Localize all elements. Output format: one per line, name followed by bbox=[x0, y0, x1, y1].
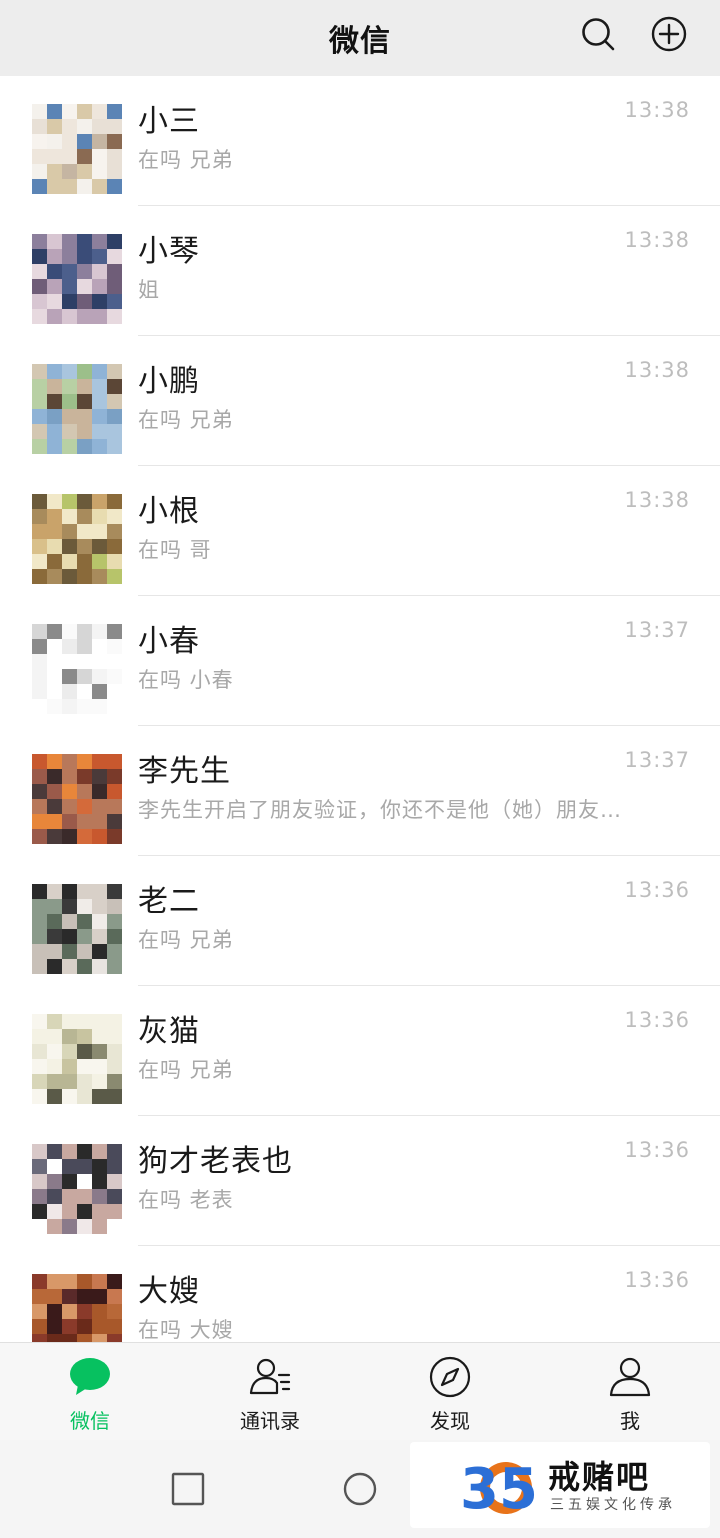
person-icon bbox=[609, 1357, 651, 1397]
chat-name: 小根 bbox=[138, 494, 200, 529]
chat-preview: 在吗 小春 bbox=[138, 668, 234, 692]
chat-bubble-icon bbox=[70, 1358, 110, 1395]
tab-discover[interactable]: 发现 bbox=[390, 1343, 510, 1441]
avatar bbox=[32, 234, 122, 324]
tab-label: 我 bbox=[620, 1409, 640, 1433]
watermark-subtitle: 三五娱文化传承 bbox=[550, 1497, 676, 1513]
tab-label: 微信 bbox=[70, 1409, 110, 1433]
watermark-logo: 35 bbox=[460, 1457, 536, 1520]
home-icon[interactable] bbox=[342, 1471, 378, 1507]
chat-name: 小鹏 bbox=[138, 364, 200, 399]
chat-name: 李先生 bbox=[138, 754, 231, 789]
avatar bbox=[32, 494, 122, 584]
chat-time: 13:38 bbox=[624, 488, 690, 512]
chat-time: 13:36 bbox=[624, 878, 690, 902]
contacts-icon bbox=[249, 1358, 291, 1395]
compass-icon bbox=[429, 1356, 471, 1398]
chat-preview: 在吗 老表 bbox=[138, 1188, 234, 1212]
watermark-logo-text: 35 bbox=[460, 1457, 536, 1520]
chat-list[interactable]: 小三 在吗 兄弟 13:38 小琴 姐 13:38 小鹏 在吗 兄弟 13:38… bbox=[0, 76, 720, 1342]
chat-name: 小三 bbox=[138, 104, 200, 139]
watermark: 35 戒赌吧 三五娱文化传承 bbox=[410, 1442, 710, 1528]
plus-circle-icon[interactable] bbox=[649, 14, 689, 54]
chat-time: 13:38 bbox=[624, 358, 690, 382]
chat-preview: 李先生开启了朋友验证，你还不是他（她）朋友… bbox=[138, 798, 622, 822]
bottom-tab-bar: 微信 通讯录 发现 我 bbox=[0, 1342, 720, 1440]
chat-preview: 在吗 兄弟 bbox=[138, 148, 234, 172]
chat-item[interactable]: 李先生 李先生开启了朋友验证，你还不是他（她）朋友… 13:37 bbox=[0, 726, 720, 856]
tab-label: 发现 bbox=[430, 1409, 470, 1433]
tab-me[interactable]: 我 bbox=[570, 1343, 690, 1441]
avatar bbox=[32, 624, 122, 714]
tab-label: 通讯录 bbox=[240, 1409, 300, 1433]
chat-time: 13:36 bbox=[624, 1138, 690, 1162]
chat-preview: 姐 bbox=[138, 278, 160, 302]
chat-item[interactable]: 大嫂 在吗 大嫂 13:36 bbox=[0, 1246, 720, 1342]
chat-time: 13:38 bbox=[624, 98, 690, 122]
chat-name: 灰猫 bbox=[138, 1014, 200, 1049]
chat-time: 13:36 bbox=[624, 1268, 690, 1292]
avatar bbox=[32, 1144, 122, 1234]
chat-name: 小春 bbox=[138, 624, 200, 659]
chat-item[interactable]: 小三 在吗 兄弟 13:38 bbox=[0, 76, 720, 206]
tab-contacts[interactable]: 通讯录 bbox=[210, 1343, 330, 1441]
top-bar: 微信 bbox=[0, 0, 720, 76]
watermark-title: 戒赌吧 bbox=[548, 1458, 651, 1496]
tab-chats[interactable]: 微信 bbox=[30, 1343, 150, 1441]
chat-name: 老二 bbox=[138, 884, 200, 919]
avatar bbox=[32, 884, 122, 974]
search-icon[interactable] bbox=[578, 14, 618, 54]
chat-name: 狗才老表也 bbox=[138, 1144, 293, 1179]
avatar bbox=[32, 1274, 122, 1342]
chat-preview: 在吗 兄弟 bbox=[138, 1058, 234, 1082]
chat-preview: 在吗 兄弟 bbox=[138, 408, 234, 432]
chat-name: 小琴 bbox=[138, 234, 200, 269]
chat-preview: 在吗 大嫂 bbox=[138, 1318, 234, 1342]
chat-preview: 在吗 哥 bbox=[138, 538, 212, 562]
page-title: 微信 bbox=[329, 24, 391, 59]
chat-item[interactable]: 灰猫 在吗 兄弟 13:36 bbox=[0, 986, 720, 1116]
chat-item[interactable]: 小春 在吗 小春 13:37 bbox=[0, 596, 720, 726]
chat-time: 13:37 bbox=[624, 618, 690, 642]
chat-item[interactable]: 老二 在吗 兄弟 13:36 bbox=[0, 856, 720, 986]
avatar bbox=[32, 754, 122, 844]
avatar bbox=[32, 1014, 122, 1104]
chat-time: 13:36 bbox=[624, 1008, 690, 1032]
chat-name: 大嫂 bbox=[138, 1274, 200, 1309]
chat-item[interactable]: 小鹏 在吗 兄弟 13:38 bbox=[0, 336, 720, 466]
chat-time: 13:37 bbox=[624, 748, 690, 772]
recent-apps-icon[interactable] bbox=[170, 1471, 206, 1507]
avatar bbox=[32, 364, 122, 454]
chat-preview: 在吗 兄弟 bbox=[138, 928, 234, 952]
avatar bbox=[32, 104, 122, 194]
chat-item[interactable]: 狗才老表也 在吗 老表 13:36 bbox=[0, 1116, 720, 1246]
chat-item[interactable]: 小琴 姐 13:38 bbox=[0, 206, 720, 336]
chat-time: 13:38 bbox=[624, 228, 690, 252]
chat-item[interactable]: 小根 在吗 哥 13:38 bbox=[0, 466, 720, 596]
